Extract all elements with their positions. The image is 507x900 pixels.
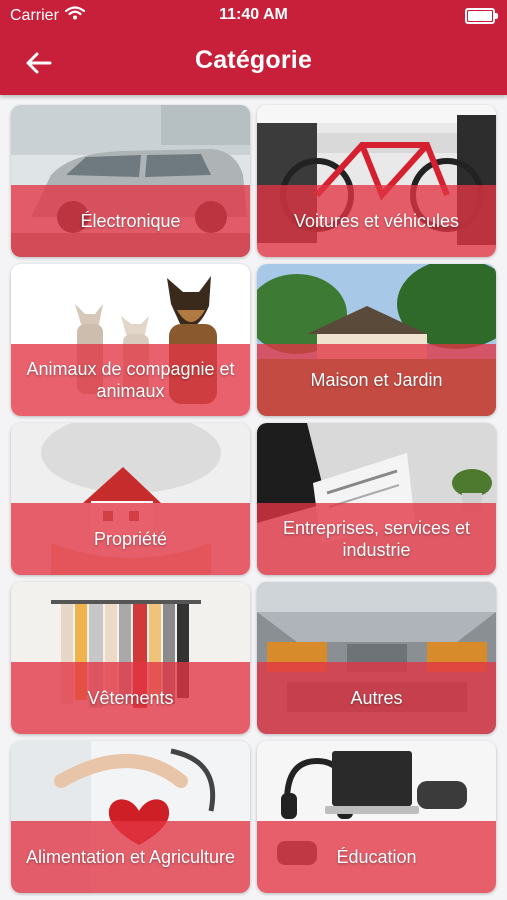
card-overlay: Voitures et véhicules [257,185,496,257]
category-label: Électronique [80,211,181,231]
app-header: Carrier 11:40 AM Catégorie [0,0,507,95]
page-title: Catégorie [194,46,313,74]
card-overlay: Éducation [257,821,496,893]
category-label: Alimentation et Agriculture [25,847,236,867]
card-overlay: Propriété [11,503,250,575]
status-time: 11:40 AM [219,6,288,23]
category-card-propriete[interactable]: Propriété [11,423,250,575]
category-card-animaux[interactable]: Animaux de compagnie et animaux [11,264,250,416]
category-label: Propriété [93,529,168,549]
grid-bottom-edge [0,896,507,900]
category-label: Maison et Jardin [310,370,443,390]
category-card-maison[interactable]: Maison et Jardin [257,264,496,416]
category-card-vetements[interactable]: Vêtements [11,582,250,734]
category-card-alimentation[interactable]: Alimentation et Agriculture [11,741,250,893]
category-card-entreprises[interactable]: Entreprises, services et industrie [257,423,496,575]
category-label: Animaux de compagnie et animaux [26,359,235,401]
status-bar: Carrier 11:40 AM [0,0,507,30]
category-label: Éducation [336,847,417,867]
card-overlay: Autres [257,662,496,734]
category-grid: Électronique Voitures et véhicules Anima… [0,0,507,900]
card-overlay: Électronique [11,185,250,257]
card-overlay: Animaux de compagnie et animaux [11,344,250,416]
battery-icon [465,8,498,24]
category-label: Entreprises, services et industrie [282,518,471,560]
category-label: Voitures et véhicules [293,211,460,231]
category-label: Autres [350,688,403,708]
card-overlay: Maison et Jardin [257,344,496,416]
category-card-voitures[interactable]: Voitures et véhicules [257,105,496,257]
category-card-electronique[interactable]: Électronique [11,105,250,257]
card-overlay: Alimentation et Agriculture [11,821,250,893]
category-label: Vêtements [87,688,174,708]
category-card-education[interactable]: Éducation [257,741,496,893]
card-overlay: Entreprises, services et industrie [257,503,496,575]
card-overlay: Vêtements [11,662,250,734]
category-card-autres[interactable]: Autres [257,582,496,734]
